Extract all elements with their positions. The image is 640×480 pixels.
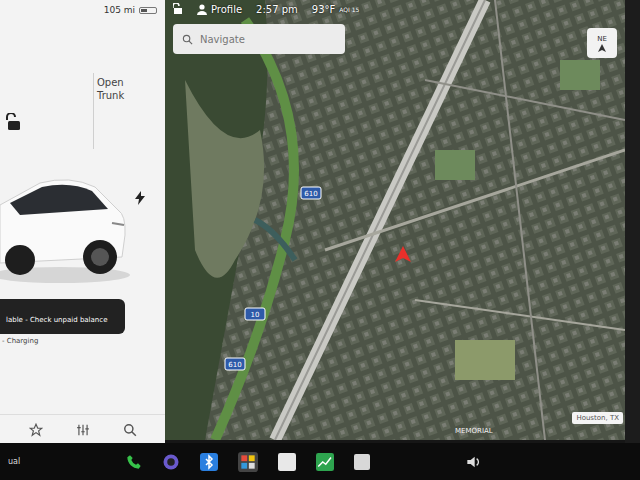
svg-text:610: 610	[228, 361, 241, 369]
battery-icon	[139, 7, 157, 14]
status-bar: Profile 2:57 pm 93°F AQI 15	[173, 3, 359, 15]
navigate-search[interactable]: Navigate	[173, 24, 345, 54]
city-label: Houston, TX	[572, 412, 623, 424]
car-position-icon	[395, 246, 411, 262]
controls-icon[interactable]	[76, 423, 90, 437]
calendar-icon[interactable]	[354, 453, 370, 471]
clock: 2:57 pm	[256, 4, 298, 15]
area-label: MEMORIAL	[455, 427, 493, 435]
highway-shield: 10	[245, 308, 265, 320]
car-panel: 105 mi Open Trunk lable - Check unpaid b…	[0, 0, 165, 443]
star-icon[interactable]	[29, 423, 43, 437]
drive-mode[interactable]: ual	[8, 457, 126, 466]
camera-icon[interactable]	[162, 453, 180, 471]
highway-shield: 610	[225, 358, 245, 370]
search-icon	[182, 34, 193, 45]
notes-icon[interactable]	[278, 453, 296, 471]
energy-chart-icon[interactable]	[316, 453, 334, 471]
phone-icon[interactable]	[126, 454, 142, 470]
svg-text:10: 10	[251, 311, 260, 319]
person-icon	[197, 4, 207, 15]
air-quality: AQI 15	[339, 6, 359, 13]
open-trunk-button[interactable]: Open Trunk	[94, 77, 137, 102]
volume-icon[interactable]	[466, 455, 482, 469]
tesla-screen: 105 mi Open Trunk lable - Check unpaid b…	[0, 0, 640, 480]
highway-shield: 610	[301, 187, 321, 199]
dock: ual	[0, 443, 640, 480]
bluetooth-icon[interactable]	[200, 453, 218, 471]
compass-button[interactable]: NE	[587, 28, 617, 58]
profile-button[interactable]: Profile	[197, 4, 242, 15]
apps-icon[interactable]	[238, 452, 258, 472]
north-arrow-icon	[598, 44, 606, 52]
charging-status: - Charging	[0, 334, 165, 345]
charging-notice[interactable]: lable - Check unpaid balance	[0, 299, 125, 334]
temperature: 93°F	[312, 4, 335, 15]
lock-open-status-icon[interactable]	[173, 3, 183, 15]
car-image	[0, 165, 165, 281]
map[interactable]: 610 10 610 MEMORIAL Profile 2:57 pm 93°F AQ…	[165, 0, 625, 440]
lock-open-icon[interactable]	[6, 113, 22, 131]
charging-bolt-icon	[135, 191, 145, 205]
svg-text:610: 610	[304, 190, 317, 198]
search-icon[interactable]	[123, 423, 137, 437]
battery-range: 105 mi	[104, 5, 135, 15]
